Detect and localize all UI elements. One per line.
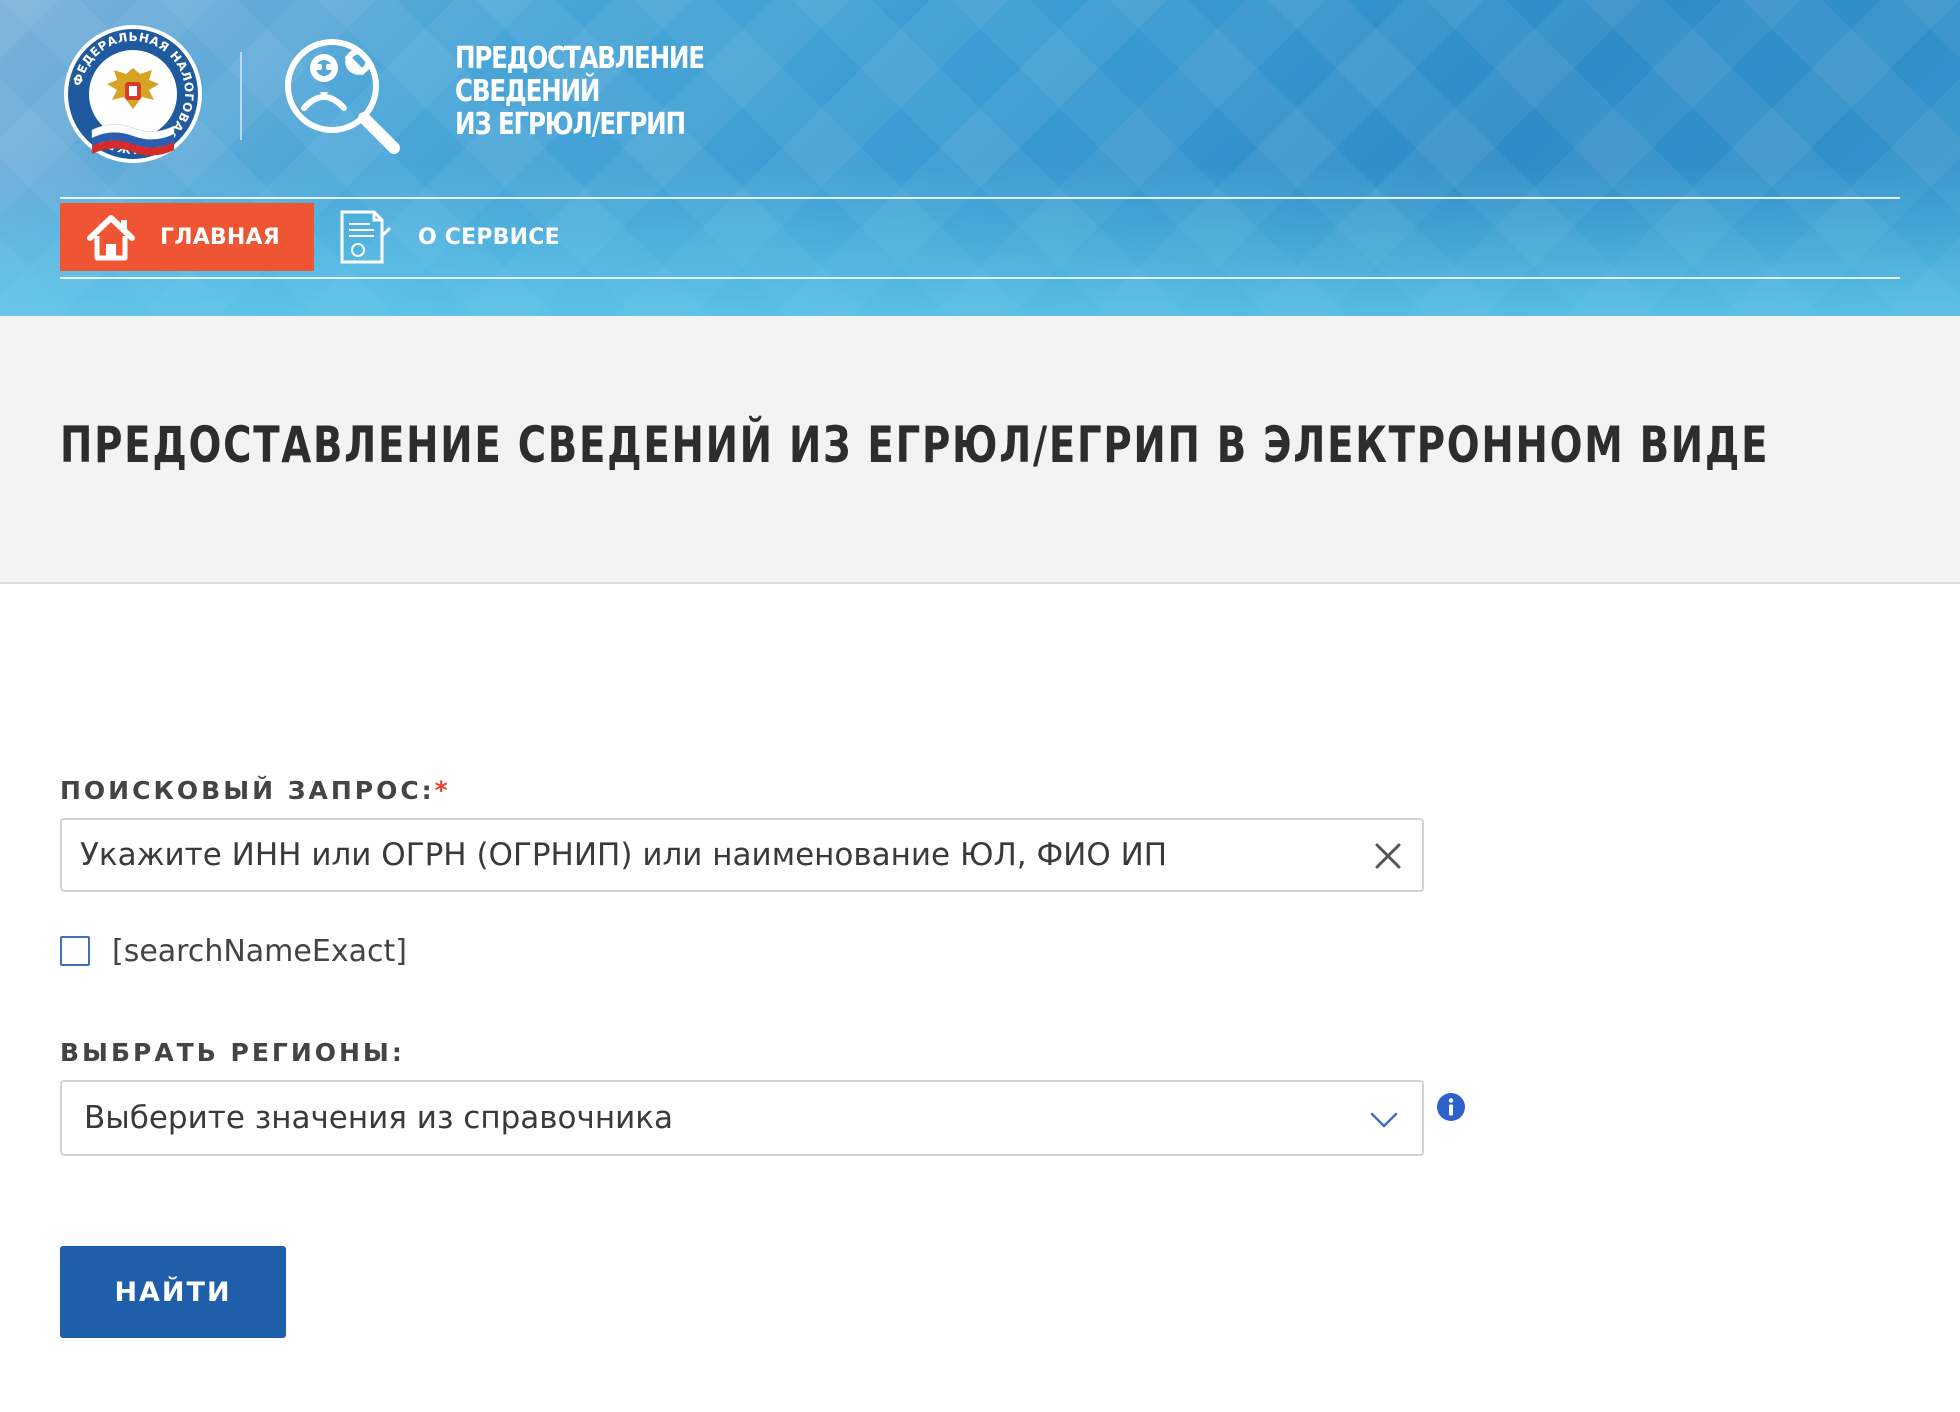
service-title: ПРЕДОСТАВЛЕНИЕ СВЕДЕНИЙ ИЗ ЕГРЮЛ/ЕГРИП [455,41,705,142]
regions-select-value: Выберите значения из справочника [84,1100,673,1136]
regions-label: ВЫБРАТЬ РЕГИОНЫ: [60,1038,405,1067]
service-title-line: СВЕДЕНИЙ [455,74,600,109]
main-nav: ГЛАВНАЯ О СЕРВИСЕ [60,197,1900,279]
query-label-text: ПОИСКОВЫЙ ЗАПРОС: [60,776,435,805]
query-label: ПОИСКОВЫЙ ЗАПРОС:* [60,776,451,805]
fns-emblem-icon[interactable]: ФЕДЕРАЛЬНАЯ НАЛОГОВАЯ СЛУЖБА [62,22,204,170]
exact-name-checkbox[interactable] [60,936,90,966]
title-band: ПРЕДОСТАВЛЕНИЕ СВЕДЕНИЙ ИЗ ЕГРЮЛ/ЕГРИП В… [0,316,1960,584]
nav-item-about[interactable]: О СЕРВИСЕ [338,203,638,271]
info-icon[interactable] [1436,1092,1466,1122]
chevron-down-icon [1370,1112,1398,1128]
regions-select[interactable]: Выберите значения из справочника [60,1080,1424,1156]
query-field [60,818,1424,892]
service-title-line: ПРЕДОСТАВЛЕНИЕ [455,41,705,76]
home-icon [87,215,135,261]
person-magnifier-wrench-icon [285,39,400,154]
nav-item-label: ГЛАВНАЯ [160,224,280,250]
service-title-line: ИЗ ЕГРЮЛ/ЕГРИП [455,107,686,142]
logo-divider [240,52,242,140]
search-input[interactable] [80,820,1320,890]
search-button[interactable]: НАЙТИ [60,1246,286,1338]
nav-item-home[interactable]: ГЛАВНАЯ [60,203,314,271]
exact-name-label[interactable]: [searchNameExact] [112,934,407,969]
required-mark: * [434,776,451,805]
nav-item-label: О СЕРВИСЕ [418,224,560,250]
close-icon[interactable] [1370,838,1406,874]
exact-name-option: [searchNameExact] [60,934,407,969]
document-icon [340,210,392,264]
site-header: ФЕДЕРАЛЬНАЯ НАЛОГОВАЯ СЛУЖБА ПРЕДОСТАВЛЕ… [0,0,1960,316]
page-title: ПРЕДОСТАВЛЕНИЕ СВЕДЕНИЙ ИЗ ЕГРЮЛ/ЕГРИП В… [60,416,1770,474]
